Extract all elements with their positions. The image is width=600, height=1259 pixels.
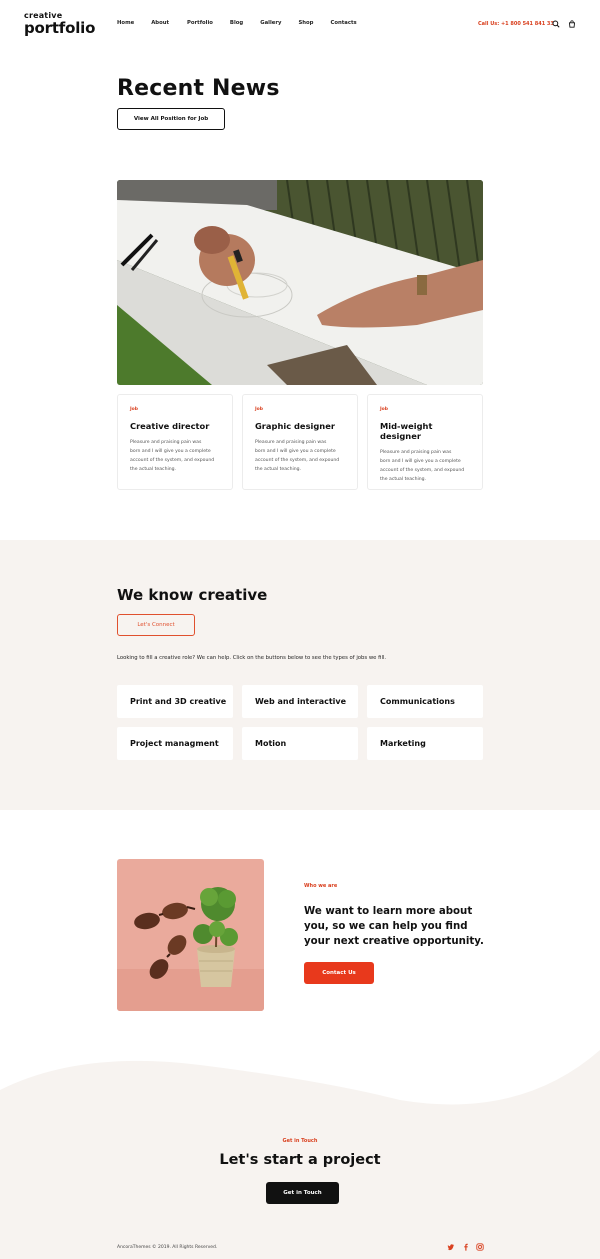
job-card[interactable]: Job Mid-weight designer Pleasure and pra… bbox=[367, 394, 483, 490]
who-we-are-tag: Who we are bbox=[304, 883, 338, 889]
nav-portfolio[interactable]: Portfolio bbox=[187, 20, 213, 26]
desc-line: account of the system, and expound bbox=[380, 468, 465, 473]
nav-shop[interactable]: Shop bbox=[298, 20, 313, 26]
desc-line: Pleasure and praising pain was bbox=[255, 440, 327, 445]
logo-line-2: portfolio bbox=[24, 19, 96, 37]
job-card-description: Pleasure and praising pain was born and … bbox=[130, 438, 220, 474]
desc-line: Pleasure and praising pain was bbox=[130, 440, 202, 445]
get-in-touch-tag: Get in Touch bbox=[282, 1138, 318, 1144]
job-card[interactable]: Job Creative director Pleasure and prais… bbox=[117, 394, 233, 490]
twitter-icon[interactable] bbox=[447, 1243, 455, 1251]
desc-line: the actual teaching. bbox=[255, 467, 302, 472]
section-title-we-know-creative: We know creative bbox=[117, 586, 268, 604]
job-card-title[interactable]: Mid-weight designer bbox=[380, 421, 470, 441]
creative-intro-text: Looking to fill a creative role? We can … bbox=[117, 655, 387, 661]
lets-connect-button[interactable]: Let's Connect bbox=[117, 614, 195, 636]
desc-line: born and I will give you a complete bbox=[255, 449, 336, 454]
desc-line: Pleasure and praising pain was bbox=[380, 450, 452, 455]
job-card-tag[interactable]: Job bbox=[380, 407, 470, 412]
nav-gallery[interactable]: Gallery bbox=[260, 20, 281, 26]
job-category-button[interactable]: Motion bbox=[242, 727, 358, 760]
desc-line: the actual teaching. bbox=[380, 477, 427, 482]
view-all-positions-button[interactable]: View All Position for Job bbox=[117, 108, 225, 130]
nav-contacts[interactable]: Contacts bbox=[330, 20, 356, 26]
desc-line: account of the system, and expound bbox=[255, 458, 340, 463]
plant-sunglasses-image bbox=[117, 859, 264, 1011]
nav-home[interactable]: Home bbox=[117, 20, 134, 26]
get-in-touch-button[interactable]: Get in Touch bbox=[266, 1182, 339, 1204]
desc-line: born and I will give you a complete bbox=[130, 449, 211, 454]
facebook-icon[interactable] bbox=[462, 1243, 470, 1251]
job-category-button[interactable]: Marketing bbox=[367, 727, 483, 760]
desc-line: the actual teaching. bbox=[130, 467, 177, 472]
copyright-text: AncoraThemes © 2019. All Rights Reserved… bbox=[117, 1245, 218, 1250]
job-card-tag[interactable]: Job bbox=[130, 407, 220, 412]
job-card-description: Pleasure and praising pain was born and … bbox=[255, 438, 345, 474]
creative-section bbox=[0, 540, 600, 810]
who-we-are-heading: We want to learn more about you, so we c… bbox=[304, 906, 484, 947]
job-card-description: Pleasure and praising pain was born and … bbox=[380, 448, 470, 484]
job-card-title[interactable]: Creative director bbox=[130, 421, 220, 431]
contact-us-button[interactable]: Contact Us bbox=[304, 962, 374, 984]
nav-blog[interactable]: Blog bbox=[230, 20, 243, 26]
lets-start-project-heading: Let's start a project bbox=[219, 1152, 381, 1168]
job-category-button[interactable]: Web and interactive bbox=[242, 685, 358, 718]
cart-icon[interactable] bbox=[568, 20, 576, 28]
call-us-link[interactable]: Call Us: +1 800 541 841 33 bbox=[478, 21, 554, 27]
instagram-icon[interactable] bbox=[476, 1243, 484, 1251]
job-card[interactable]: Job Graphic designer Pleasure and praisi… bbox=[242, 394, 358, 490]
main-nav: Home About Portfolio Blog Gallery Shop C… bbox=[117, 20, 357, 26]
logo[interactable]: creative portfolio bbox=[24, 12, 95, 36]
hero-image-designer-drawing bbox=[117, 180, 483, 385]
desc-line: account of the system, and expound bbox=[130, 458, 215, 463]
nav-about[interactable]: About bbox=[151, 20, 169, 26]
job-category-button[interactable]: Communications bbox=[367, 685, 483, 718]
job-card-tag[interactable]: Job bbox=[255, 407, 345, 412]
job-category-button[interactable]: Project managment bbox=[117, 727, 233, 760]
job-card-title[interactable]: Graphic designer bbox=[255, 421, 345, 431]
search-icon[interactable] bbox=[552, 20, 560, 28]
job-category-button[interactable]: Print and 3D creative bbox=[117, 685, 233, 718]
section-title-recent-news: Recent News bbox=[117, 76, 280, 101]
site-header: creative portfolio Home About Portfolio … bbox=[0, 0, 600, 50]
desc-line: born and I will give you a complete bbox=[380, 459, 461, 464]
